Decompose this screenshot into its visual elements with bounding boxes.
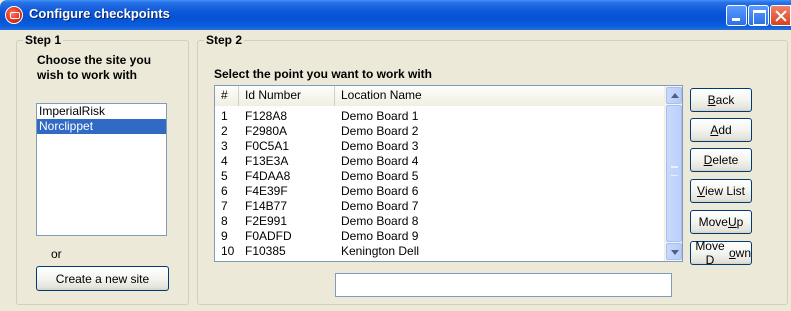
delete-button[interactable]: Delete: [690, 148, 752, 172]
cell-location-name: Demo Board 9: [341, 229, 419, 243]
point-edit-field[interactable]: [335, 273, 672, 297]
table-row[interactable]: 8 F2E991 Demo Board 8: [215, 214, 664, 229]
step2-legend: Step 2: [204, 33, 245, 47]
cell-id-number: F2E991: [245, 214, 288, 228]
cell-location-name: Demo Board 7: [341, 199, 419, 213]
table-row[interactable]: 3 F0C5A1 Demo Board 3: [215, 139, 664, 154]
table-row[interactable]: 9 F0ADFD Demo Board 9: [215, 229, 664, 244]
cell-number: 7: [221, 199, 228, 213]
cell-location-name: Demo Board 6: [341, 184, 419, 198]
move-down-label-pre: Move D: [695, 239, 725, 267]
cell-location-name: Demo Board 4: [341, 154, 419, 168]
cell-number: 3: [221, 139, 228, 153]
table-row[interactable]: 4 F13E3A Demo Board 4: [215, 154, 664, 169]
cell-number: 2: [221, 124, 228, 138]
cell-id-number: F0ADFD: [245, 229, 292, 243]
cell-number: 6: [221, 184, 228, 198]
cell-id-number: F14B77: [245, 199, 288, 213]
add-button[interactable]: Add: [690, 118, 752, 142]
step1-heading: Choose the site you wish to work with: [37, 53, 187, 83]
cell-location-name: Demo Board 8: [341, 214, 419, 228]
table-row[interactable]: 5 F4DAA8 Demo Board 5: [215, 169, 664, 184]
cell-number: 1: [221, 109, 228, 123]
sites-list[interactable]: ImperialRisk Norclippet: [36, 103, 167, 236]
delete-label-key: D: [703, 153, 713, 167]
cell-id-number: F128A8: [245, 109, 288, 123]
minimize-icon[interactable]: [726, 5, 747, 26]
move-up-label-post: p: [736, 215, 744, 229]
cell-location-name: Demo Board 3: [341, 139, 419, 153]
table-row[interactable]: 6 F4E39F Demo Board 6: [215, 184, 664, 199]
cell-id-number: F4E39F: [245, 184, 288, 198]
cell-id-number: F0C5A1: [245, 139, 290, 153]
cell-id-number: F10385: [245, 244, 286, 258]
site-item-norclippet[interactable]: Norclippet: [37, 119, 166, 134]
cell-location-name: Demo Board 2: [341, 124, 419, 138]
cell-id-number: F4DAA8: [245, 169, 291, 183]
delete-label-post: elete: [712, 153, 739, 167]
cell-number: 5: [221, 169, 228, 183]
site-item-imperialrisk[interactable]: ImperialRisk: [37, 104, 166, 119]
grid-header: # Id Number Location Name: [215, 86, 664, 106]
maximize-icon[interactable]: [748, 5, 769, 26]
configure-checkpoints-window: Configure checkpoints Step 1 Choose the …: [0, 0, 791, 311]
cell-number: 9: [221, 229, 228, 243]
add-label-key: A: [710, 123, 719, 137]
back-label-key: B: [707, 93, 716, 107]
move-down-label-post: wn: [735, 246, 751, 260]
column-header-location-name[interactable]: Location Name: [335, 86, 664, 106]
back-label-post: ack: [715, 93, 735, 107]
step1-heading-line2: wish to work with: [37, 68, 138, 82]
scroll-down-icon[interactable]: [666, 243, 682, 260]
column-header-id-number[interactable]: Id Number: [239, 86, 335, 106]
back-button[interactable]: Back: [690, 88, 752, 112]
create-new-site-button[interactable]: Create a new site: [36, 266, 169, 291]
or-label: or: [51, 247, 62, 261]
cell-id-number: F2980A: [245, 124, 288, 138]
step1-heading-line1: Choose the site you: [37, 53, 152, 67]
table-row[interactable]: 1 F128A8 Demo Board 1: [215, 109, 664, 124]
view-list-button[interactable]: View List: [690, 179, 752, 203]
view-list-label-key: V: [696, 184, 705, 198]
scroll-thumb[interactable]: [666, 105, 682, 242]
add-label-post: dd: [718, 123, 732, 137]
grid-body: 1 F128A8 Demo Board 1 2 F2980A Demo Board 2 3 F…: [215, 109, 664, 259]
table-row[interactable]: 7 F14B77 Demo Board 7: [215, 199, 664, 214]
grid-scrollbar[interactable]: [664, 86, 682, 261]
checkpoints-grid[interactable]: # Id Number Location Name 1 F128A8 Demo Bo…: [214, 85, 683, 262]
cell-number: 4: [221, 154, 228, 168]
cell-location-name: Demo Board 1: [341, 109, 419, 123]
view-list-label-post: iew List: [705, 184, 746, 198]
scroll-up-icon[interactable]: [666, 87, 682, 104]
table-row[interactable]: 2 F2980A Demo Board 2: [215, 124, 664, 139]
window-title: Configure checkpoints: [29, 6, 170, 21]
move-up-label-pre: Move: [698, 215, 728, 229]
table-row[interactable]: 10 F10385 Kenington Dell: [215, 244, 664, 259]
cell-location-name: Demo Board 5: [341, 169, 419, 183]
move-down-label-key: o: [728, 246, 736, 260]
column-header-number[interactable]: #: [215, 86, 239, 106]
cell-location-name: Kenington Dell: [341, 244, 420, 258]
close-icon[interactable]: [770, 5, 791, 26]
step2-heading: Select the point you want to work with: [214, 67, 433, 81]
title-bar[interactable]: Configure checkpoints: [0, 0, 791, 30]
app-icon[interactable]: [5, 6, 23, 24]
cell-number: 8: [221, 214, 228, 228]
cell-number: 10: [221, 244, 235, 258]
step1-legend: Step 1: [23, 33, 64, 47]
move-up-label-key: U: [727, 215, 737, 229]
cell-id-number: F13E3A: [245, 154, 289, 168]
move-up-button[interactable]: Move Up: [690, 210, 752, 234]
move-down-button[interactable]: Move Do wn: [690, 239, 752, 267]
